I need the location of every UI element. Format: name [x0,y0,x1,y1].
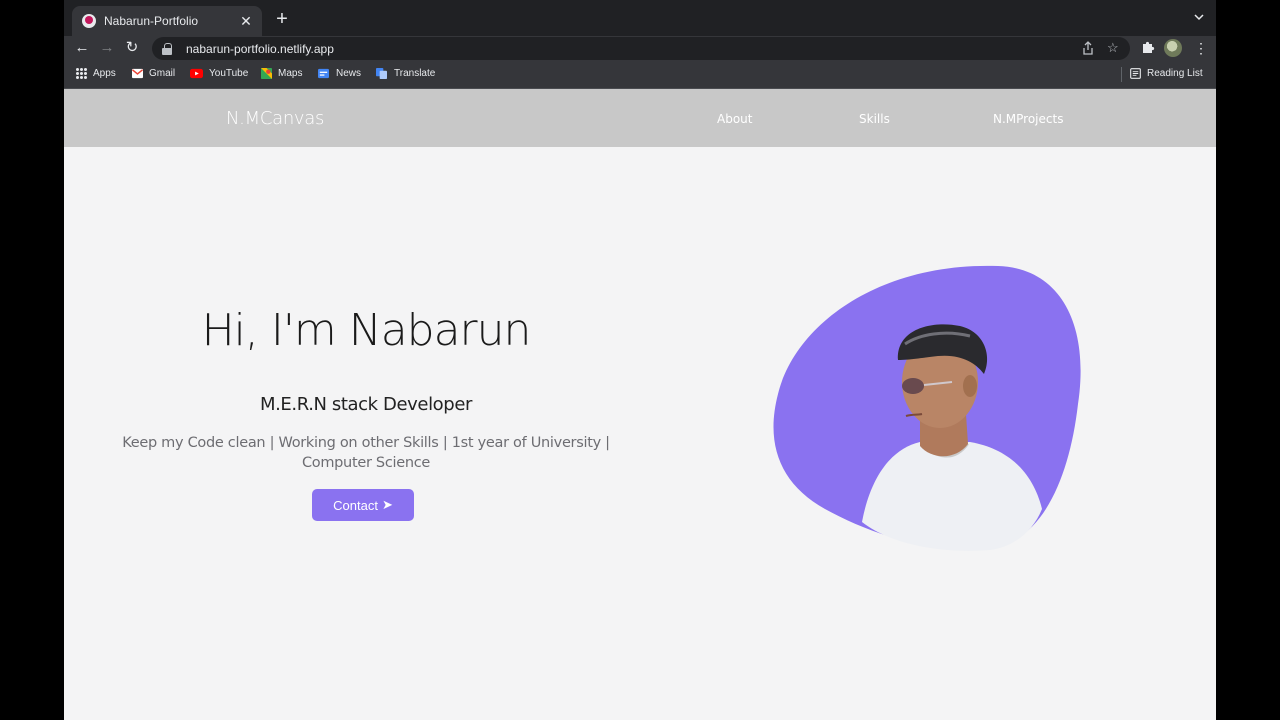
nav-link-about[interactable]: About [717,112,752,126]
reading-list-icon [1130,68,1141,79]
send-arrow-icon: ➤ [381,497,393,512]
contact-button[interactable]: Contact ➤ [312,489,414,521]
apps-grid-icon [76,68,87,79]
extensions-puzzle-icon[interactable] [1141,40,1155,54]
bookmark-label: Maps [278,68,303,79]
news-icon [318,68,329,79]
bookmarks-bar: Apps Gmail YouTube Maps News Translate R… [64,60,1216,89]
hero-description: Keep my Code clean | Working on other Sk… [122,435,610,471]
lock-icon[interactable] [162,42,172,55]
gmail-icon [132,68,143,79]
contact-button-label: Contact [333,497,378,513]
bookmark-apps[interactable]: Apps [76,68,116,79]
url-text[interactable]: nabarun-portfolio.netlify.app [186,42,334,56]
translate-icon [376,68,387,79]
bookmark-label: Translate [394,68,436,79]
bookmarks-divider [1121,67,1122,82]
bookmark-label: Apps [93,68,116,79]
youtube-icon [190,68,203,79]
profile-photo-blob [773,265,1081,551]
reading-list-label: Reading List [1147,68,1203,79]
forward-arrow-icon[interactable]: → [97,39,117,57]
nav-link-skills[interactable]: Skills [859,112,890,126]
reload-icon[interactable]: ↻ [122,39,142,57]
hero-title: Hi, I'm Nabarun [201,305,532,356]
address-bar[interactable]: nabarun-portfolio.netlify.app ☆ [152,37,1130,60]
site-favicon-icon [82,14,96,28]
bookmark-label: YouTube [209,68,249,79]
bookmark-news[interactable]: News [317,68,361,79]
browser-toolbar: ← → ↻ nabarun-portfolio.netlify.app ☆ ⋮ [64,36,1216,60]
share-icon[interactable] [1082,41,1094,55]
tab-active[interactable]: Nabarun-Portfolio ✕ [72,6,262,36]
tab-close-icon[interactable]: ✕ [238,13,254,30]
reading-list-button[interactable]: Reading List [1130,68,1203,79]
page-viewport: N.MCanvas About Skills N.MProjects Hi, I… [64,89,1216,720]
bookmark-translate[interactable]: Translate [375,68,435,79]
bookmark-star-icon[interactable]: ☆ [1107,41,1119,55]
bookmark-label: Gmail [149,68,176,79]
tab-title: Nabarun-Portfolio [104,14,199,28]
nav-link-projects[interactable]: N.MProjects [993,112,1063,126]
browser-window: Nabarun-Portfolio ✕ + ← → ↻ nabarun-port… [64,0,1216,720]
bookmark-maps[interactable]: Maps [261,68,302,79]
site-navbar: N.MCanvas About Skills N.MProjects [64,89,1216,147]
new-tab-button[interactable]: + [272,9,292,29]
bookmark-label: News [336,68,362,79]
back-arrow-icon[interactable]: ← [72,39,92,57]
bookmark-gmail[interactable]: Gmail [132,68,175,79]
tab-search-chevron-icon[interactable] [1194,12,1204,22]
hero-role: M.E.R.N stack Developer [259,394,472,415]
profile-avatar[interactable] [1164,39,1182,57]
browser-menu-icon[interactable]: ⋮ [1194,40,1208,56]
maps-icon [261,68,272,79]
site-brand-logo[interactable]: N.MCanvas [226,108,324,129]
tab-strip: Nabarun-Portfolio ✕ + [64,0,1216,36]
bookmark-youtube[interactable]: YouTube [190,68,248,79]
